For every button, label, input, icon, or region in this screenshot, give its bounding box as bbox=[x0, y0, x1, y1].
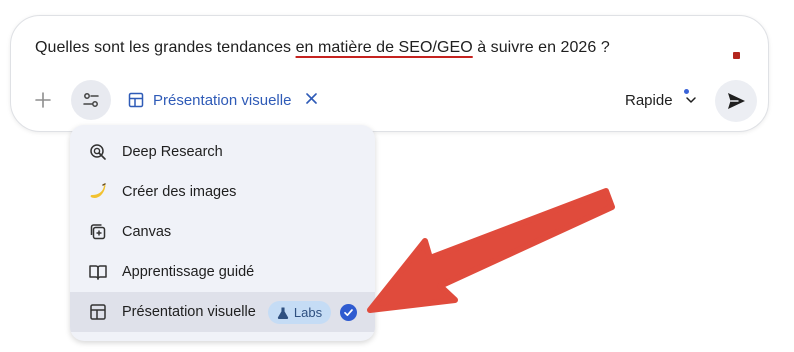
prompt-text-spellcheck: en matière de SEO/GEO bbox=[295, 39, 473, 56]
chevron-down-icon bbox=[685, 97, 696, 103]
send-icon bbox=[728, 93, 745, 109]
layout-icon bbox=[88, 302, 108, 322]
model-indicator-dot bbox=[684, 89, 689, 94]
tools-menu: Deep Research Créer des images Canvas Ap… bbox=[70, 125, 375, 341]
plus-icon bbox=[35, 92, 51, 108]
checkmark-icon bbox=[340, 304, 357, 321]
prompt-input[interactable]: Quelles sont les grandes tendances en ma… bbox=[35, 39, 610, 57]
add-button[interactable] bbox=[29, 86, 57, 114]
remove-tool-button[interactable] bbox=[306, 91, 318, 109]
labs-badge: Labs bbox=[268, 301, 331, 324]
prompt-text-before: Quelles sont les grandes tendances bbox=[35, 39, 296, 56]
menu-item-label: Présentation visuelle bbox=[122, 304, 256, 320]
menu-item-deep-research[interactable]: Deep Research bbox=[70, 132, 375, 172]
menu-item-label: Deep Research bbox=[122, 144, 223, 160]
tools-button[interactable] bbox=[71, 80, 111, 120]
book-icon bbox=[88, 262, 108, 282]
banana-icon bbox=[88, 182, 108, 202]
close-icon bbox=[306, 93, 318, 104]
stage: Quelles sont les grandes tendances en ma… bbox=[0, 0, 794, 352]
sliders-icon bbox=[83, 93, 99, 107]
menu-item-label: Créer des images bbox=[122, 184, 237, 200]
prompt-text-after: à suivre en 2026 ? bbox=[472, 39, 610, 56]
menu-item-visual-presentation[interactable]: Présentation visuelle Labs bbox=[70, 292, 375, 332]
send-button[interactable] bbox=[715, 80, 757, 122]
active-tool-label: Présentation visuelle bbox=[153, 91, 292, 109]
menu-item-label: Apprentissage guidé bbox=[122, 264, 255, 280]
menu-item-guided-learning[interactable]: Apprentissage guidé bbox=[70, 252, 375, 292]
menu-item-label: Canvas bbox=[122, 224, 172, 240]
menu-item-create-images[interactable]: Créer des images bbox=[70, 172, 375, 212]
model-selector[interactable]: Rapide bbox=[625, 89, 697, 111]
flask-icon bbox=[277, 306, 288, 319]
labs-badge-label: Labs bbox=[293, 305, 323, 320]
deep-research-icon bbox=[88, 142, 108, 162]
menu-item-canvas[interactable]: Canvas bbox=[70, 212, 375, 252]
layout-icon bbox=[128, 92, 144, 108]
active-tool-chip[interactable]: Présentation visuelle bbox=[128, 88, 318, 112]
prompt-card[interactable]: Quelles sont les grandes tendances en ma… bbox=[10, 15, 769, 132]
canvas-icon bbox=[88, 222, 108, 242]
model-label: Rapide bbox=[625, 91, 673, 109]
recording-indicator bbox=[733, 52, 740, 59]
